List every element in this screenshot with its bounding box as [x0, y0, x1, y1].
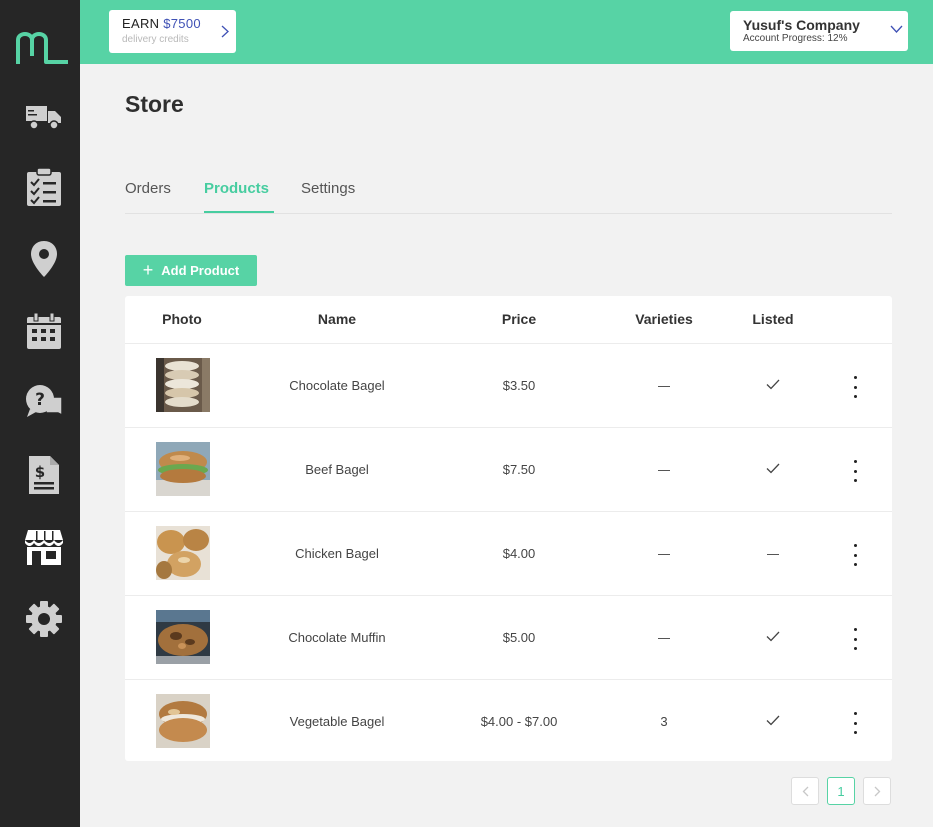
active-tab-indicator — [204, 211, 274, 213]
pagination-next-button[interactable] — [863, 777, 891, 805]
product-varieties — [624, 546, 704, 561]
product-price: $3.50 — [502, 378, 536, 393]
product-varieties — [624, 378, 704, 393]
product-photo[interactable] — [156, 358, 210, 412]
add-product-label: Add Product — [161, 263, 240, 278]
header-price: Price — [501, 311, 537, 327]
sidebar: ? $ — [0, 0, 80, 827]
earn-credits-card[interactable]: EARN $7500 delivery credits — [109, 10, 236, 53]
company-name: Yusuf's Company — [743, 17, 860, 33]
row-menu-button[interactable] — [847, 460, 863, 482]
tab-bar: Orders Products Settings — [125, 176, 892, 214]
chevron-down-icon — [890, 25, 903, 33]
product-listed — [733, 630, 813, 645]
product-name: Chicken Bagel — [295, 546, 379, 561]
plus-icon: + — [142, 259, 154, 280]
dash-icon — [658, 554, 670, 556]
tab-settings[interactable]: Settings — [301, 180, 355, 197]
header-varieties: Varieties — [635, 311, 693, 327]
svg-text:$: $ — [35, 463, 45, 481]
pagination-prev-button[interactable] — [791, 777, 819, 805]
product-name: Chocolate Bagel — [289, 378, 385, 393]
product-price: $7.50 — [502, 462, 536, 477]
logo[interactable] — [14, 26, 72, 66]
checklist-icon[interactable] — [22, 165, 66, 209]
product-price: $4.00 — [502, 546, 536, 561]
pagination-page-button[interactable]: 1 — [827, 777, 855, 805]
product-name: Vegetable Bagel — [289, 714, 385, 729]
table-row[interactable]: Chocolate Bagel $3.50 — [125, 344, 892, 428]
header-photo: Photo — [162, 311, 202, 327]
dash-icon — [767, 554, 779, 556]
product-listed — [733, 462, 813, 477]
product-listed — [733, 546, 813, 561]
earn-label: EARN — [122, 16, 160, 31]
settings-icon[interactable] — [22, 597, 66, 641]
table-row[interactable]: Chocolate Muffin $5.00 — [125, 596, 892, 680]
header-name: Name — [317, 311, 357, 327]
page-title: Store — [125, 91, 184, 117]
product-listed — [733, 714, 813, 729]
table-row[interactable]: Beef Bagel $7.50 — [125, 428, 892, 512]
check-icon — [766, 463, 780, 474]
product-price: $4.00 - $7.00 — [480, 714, 558, 729]
row-menu-button[interactable] — [847, 376, 863, 398]
chevron-right-icon — [874, 786, 880, 796]
row-menu-button[interactable] — [847, 628, 863, 650]
map-pin-icon[interactable] — [22, 237, 66, 281]
truck-icon[interactable] — [22, 94, 66, 138]
add-product-button[interactable]: + Add Product — [125, 255, 257, 286]
table-row[interactable]: Chicken Bagel $4.00 — [125, 512, 892, 596]
product-varieties — [624, 462, 704, 477]
product-name: Chocolate Muffin — [288, 630, 386, 645]
product-name: Beef Bagel — [305, 462, 369, 477]
header-listed: Listed — [752, 311, 794, 327]
chevron-right-icon — [221, 25, 229, 38]
top-bar: EARN $7500 delivery credits Yusuf's Comp… — [80, 0, 933, 64]
product-photo[interactable] — [156, 694, 210, 748]
earn-amount: $7500 — [163, 16, 201, 31]
product-photo[interactable] — [156, 610, 210, 664]
invoice-icon[interactable]: $ — [22, 453, 66, 497]
product-photo[interactable] — [156, 526, 210, 580]
account-progress: Account Progress: 12% — [743, 33, 848, 44]
check-icon — [766, 379, 780, 390]
row-menu-button[interactable] — [847, 544, 863, 566]
row-menu-button[interactable] — [847, 712, 863, 734]
store-icon[interactable] — [22, 525, 66, 569]
product-listed — [733, 378, 813, 393]
chevron-left-icon — [802, 786, 808, 796]
calendar-icon[interactable] — [22, 309, 66, 353]
dash-icon — [658, 470, 670, 472]
tab-products[interactable]: Products — [204, 180, 269, 197]
earn-heading: EARN $7500 — [122, 16, 201, 31]
products-table: Photo Name Price Varieties Listed Chocol… — [125, 296, 892, 761]
check-icon — [766, 715, 780, 726]
product-price: $5.00 — [502, 630, 536, 645]
dash-icon — [658, 638, 670, 640]
check-icon — [766, 631, 780, 642]
company-switcher[interactable]: Yusuf's Company Account Progress: 12% — [730, 11, 908, 51]
help-chat-icon[interactable]: ? — [22, 381, 66, 425]
table-row[interactable]: Vegetable Bagel $4.00 - $7.00 3 — [125, 680, 892, 764]
product-photo[interactable] — [156, 442, 210, 496]
dash-icon — [658, 386, 670, 388]
earn-subtitle: delivery credits — [122, 34, 189, 45]
product-varieties — [624, 630, 704, 645]
svg-text:?: ? — [35, 390, 45, 410]
product-varieties: 3 — [660, 714, 668, 729]
tab-orders[interactable]: Orders — [125, 180, 171, 197]
table-header: Photo Name Price Varieties Listed — [125, 296, 892, 344]
